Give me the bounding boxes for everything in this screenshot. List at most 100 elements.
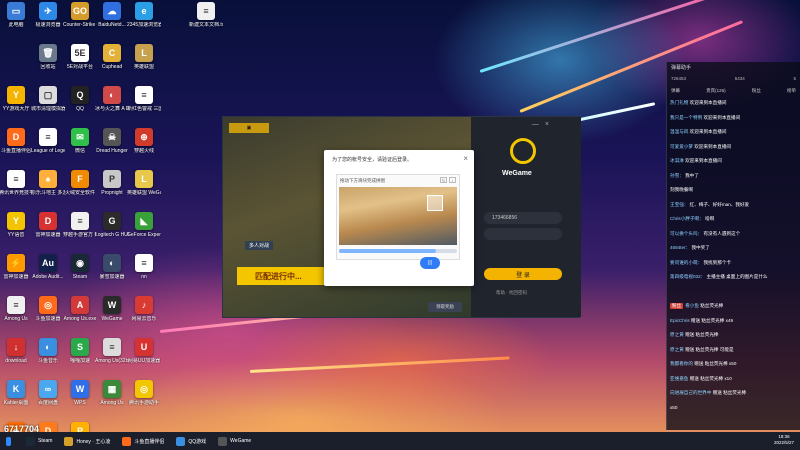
info-icon[interactable]: i: [449, 177, 456, 183]
desktop-icon[interactable]: ◣ GeForce Experience: [127, 212, 161, 252]
desktop-icon[interactable]: P Propnight: [96, 170, 128, 210]
desktop-icon[interactable]: ◐ 冰与火之舞 A Dance of F...: [95, 86, 129, 126]
chat-message: 粉丝 看小鱼 粘丝荧光棒: [670, 303, 798, 309]
taskbar-app[interactable]: WeGame: [212, 432, 257, 450]
chat-username[interactable]: 可以换个头吗：: [670, 231, 702, 236]
account-field[interactable]: 173466856: [484, 212, 562, 224]
chat-username[interactable]: 我只是一个特例: [670, 115, 702, 120]
app-icon: ≡: [71, 212, 89, 230]
app-icon: Q: [71, 86, 89, 104]
desktop-icon[interactable]: ▭ 此电脑: [0, 2, 32, 42]
desktop-icon[interactable]: ≡ Among Us: [0, 296, 32, 336]
chat-username[interactable]: 王宝强：: [670, 202, 688, 207]
app-icon: ∞: [39, 380, 57, 398]
desktop-icon[interactable]: Y YY游戏大厅: [0, 86, 32, 126]
desktop-icon[interactable]: ◎ 斗鱼加速器: [32, 296, 64, 336]
desktop-icon[interactable]: 5E 5E对战平台: [64, 44, 96, 84]
desktop-icon[interactable]: Y YY语音: [0, 212, 32, 252]
desktop-icon[interactable]: G Logitech G HUB: [95, 212, 129, 252]
close-icon[interactable]: ×: [545, 121, 549, 128]
desktop-icon[interactable]: ◎ 腾讯手游助手: [128, 380, 160, 420]
verify-close-icon[interactable]: ×: [463, 154, 468, 163]
desktop-icon[interactable]: U 网易UU加速器: [128, 338, 160, 378]
desktop-icon[interactable]: ▦ Among Us: [96, 380, 128, 420]
chat-username[interactable]: 原之黄: [670, 332, 684, 337]
desktop-icon[interactable]: ♪ 网易云音乐: [128, 296, 160, 336]
start-button[interactable]: [0, 432, 20, 450]
desktop-icon[interactable]: ≡ nn: [128, 254, 160, 294]
desktop-icon[interactable]: ∞ 百度网盘: [32, 380, 64, 420]
chat-username[interactable]: 4684ter：: [670, 245, 690, 250]
chat-username[interactable]: 热门礼物: [670, 100, 688, 105]
app-icon: ≡: [135, 86, 153, 104]
desktop-icon[interactable]: ☠ Dread Hunger: [96, 128, 128, 168]
taskbar-clock[interactable]: 18:36 2022/5/27: [774, 434, 794, 446]
minimize-icon[interactable]: —: [532, 121, 539, 128]
chat-username[interactable]: 孙雪：: [670, 173, 684, 178]
desktop-icon[interactable]: D 雷神加速器: [32, 212, 64, 252]
chat-username[interactable]: 我都看你的: [670, 361, 693, 366]
desktop-icon[interactable]: e 2345加速浏览器: [127, 2, 161, 42]
tab-vip[interactable]: 贵宾(126): [706, 88, 726, 94]
desktop-icon[interactable]: F 火绒安全软件: [64, 170, 96, 210]
desktop-icon[interactable]: ✉ 微信: [64, 128, 96, 168]
login-button[interactable]: 登 录: [484, 268, 562, 280]
taskbar-app[interactable]: 斗鱼直播伴侣: [116, 432, 170, 450]
desktop-icon[interactable]: ◉ Steam: [64, 254, 96, 294]
chat-username[interactable]: 第四级电视032：: [670, 274, 705, 279]
desktop-icon[interactable]: ◐ 暴雪加速器: [96, 254, 128, 294]
footer-button[interactable]: 领取奖励: [428, 302, 462, 312]
desktop-icon[interactable]: ≡ League of Legends: [31, 128, 65, 168]
desktop-icon[interactable]: Q QQ: [64, 86, 96, 126]
desktop-icon[interactable]: ≡ 新红色警戒 三国版本: [127, 86, 161, 126]
desktop-icon[interactable]: L 英雄联盟: [128, 44, 160, 84]
desktop-icon[interactable]: ↓ download: [0, 338, 32, 378]
refresh-icon[interactable]: ↻: [440, 177, 447, 183]
desktop-icon[interactable]: D 斗鱼直播伴侣: [0, 128, 32, 168]
chat-username[interactable]: 要问谁的小萌：: [670, 260, 702, 265]
desktop-icon[interactable]: ▢ 城市清理模拟器正式版: [31, 86, 65, 126]
chat-username[interactable]: 冰淇淋: [670, 158, 684, 163]
chat-username[interactable]: 原之黄: [670, 347, 684, 352]
taskbar-app-label: WeGame: [230, 438, 252, 444]
desktop-icon[interactable]: ≡ 穿越手游官方 封装平台: [63, 212, 97, 252]
desktop-icon[interactable]: ≡ 腾讯世界竞技平台: [0, 170, 33, 210]
desktop-icon-label: WeGame: [101, 316, 123, 322]
desktop-icon[interactable]: ≡ 新建文本文档.txt: [189, 2, 223, 42]
desktop-icon[interactable]: S 嘎嘎加速: [64, 338, 96, 378]
tab-rank[interactable]: 榜单: [787, 88, 796, 94]
tab-fans[interactable]: 粉丝: [752, 88, 761, 94]
taskbar-app[interactable]: QQ游戏: [170, 432, 212, 450]
desktop-icon[interactable]: ⚡ 雷神加速器: [0, 254, 32, 294]
chat-username[interactable]: 温温与风: [670, 129, 688, 134]
desktop-icon[interactable]: ⊕ 穿越火线: [128, 128, 160, 168]
desktop-icon[interactable]: ◐ 斗鱼音乐: [32, 338, 64, 378]
chat-username[interactable]: EpicChris: [670, 318, 690, 323]
password-field[interactable]: [484, 228, 562, 240]
slider-track[interactable]: [339, 249, 457, 253]
desktop-icon[interactable]: A Among Us.exe: [64, 296, 96, 336]
desktop-icon[interactable]: Au Adobe Audit...: [32, 254, 64, 294]
desktop-icon[interactable]: L 英雄联盟 WeGame版: [127, 170, 161, 210]
desktop-icon[interactable]: 🗑 回收站: [32, 44, 64, 84]
help-link[interactable]: 帮助 · 找回密码: [496, 290, 527, 296]
slider-handle[interactable]: |||: [420, 257, 440, 269]
desktop-icon[interactable]: W WeGame: [96, 296, 128, 336]
taskbar-app[interactable]: Steam: [20, 432, 58, 450]
desktop-icon[interactable]: ✈ 极速浏览器: [32, 2, 64, 42]
app-icon: D: [39, 212, 57, 230]
taskbar-app[interactable]: Honey · 王心凌: [58, 432, 116, 450]
desktop-icon[interactable]: W WPS: [64, 380, 96, 420]
chat-username[interactable]: 向进展自己的世界中: [670, 390, 711, 395]
chat-username[interactable]: Chris小胖子啊：: [670, 216, 704, 221]
chat-username[interactable]: 可爱爱小萝: [670, 144, 693, 149]
chat-username[interactable]: 看小鱼: [685, 303, 699, 308]
tab-danmu[interactable]: 弹幕: [671, 88, 680, 94]
desktop-icon[interactable]: C Cuphead: [96, 44, 128, 84]
chat-username[interactable]: 亚维嘉鱼: [670, 376, 688, 381]
desktop-icon[interactable]: ≡ Among Us(32bit): [95, 338, 129, 378]
desktop-icon[interactable]: ☁ BaiduNetd...: [96, 2, 128, 42]
desktop-icon[interactable]: GO Counter-Strike Global Off...: [63, 2, 97, 42]
desktop-icon[interactable]: ♠ 原乐斗地主 多游戏: [31, 170, 65, 210]
desktop-icon[interactable]: K Kahler桌面: [0, 380, 32, 420]
